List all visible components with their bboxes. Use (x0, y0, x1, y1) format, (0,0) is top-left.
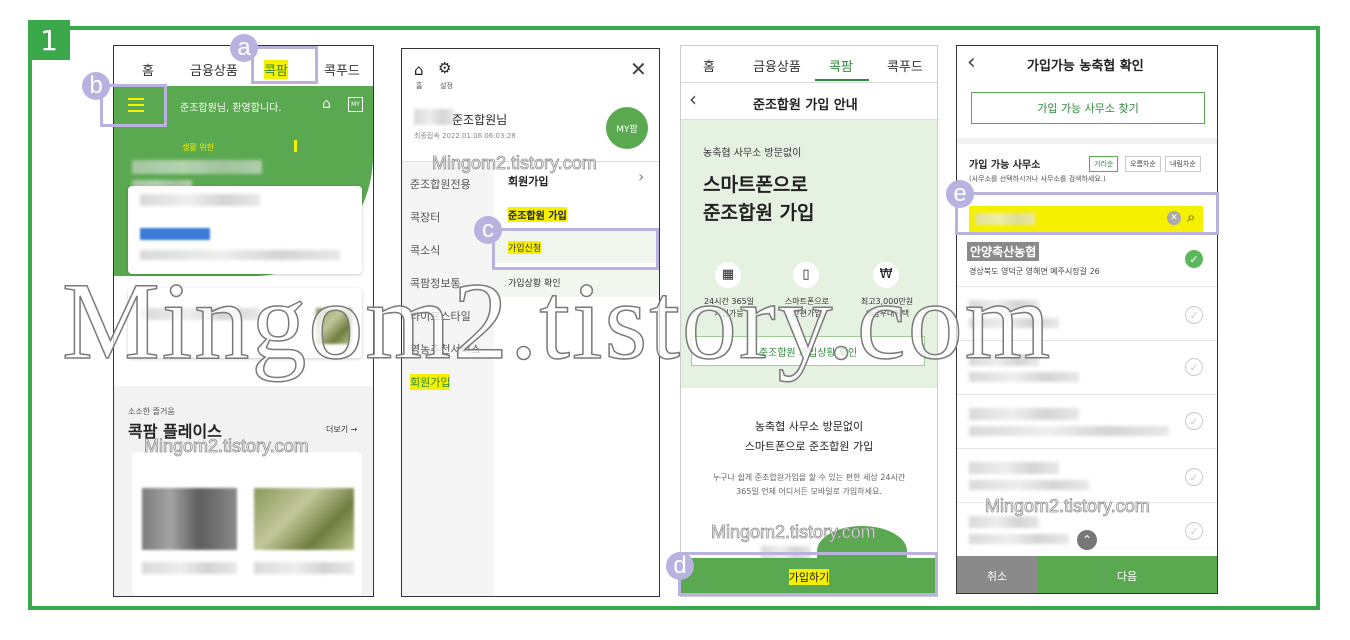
tab-financial-products[interactable]: 금융상품 (190, 60, 238, 79)
sort-distance[interactable]: 거리순 (1089, 156, 1119, 172)
menu-news[interactable]: 콕소식 (410, 242, 440, 258)
place-card[interactable] (132, 452, 362, 596)
blurred-office-5-address (969, 480, 1089, 490)
place-section: 소소한 즐거움 콕팜 플레이스 더보기 → (114, 386, 373, 596)
row-divider-4 (957, 448, 1217, 449)
annotation-letter-e: e (946, 180, 974, 208)
annotation-box-d (678, 552, 938, 596)
small-watermark-2: Mingom2.tistory.com (432, 153, 598, 174)
submenu-associate-join[interactable]: 준조합원 가입 (508, 207, 567, 222)
body-text-line-1: 누구나 쉽게 준조합원가입을 할 수 있는 편한 세상 24시간 (712, 473, 906, 482)
office-6-check-icon[interactable]: ✓ (1185, 522, 1203, 540)
blurred-place-image-2 (254, 488, 354, 550)
annotation-letter-b: b (82, 72, 110, 100)
body-text-line-2: 365일 언제 어디서든 모바일로 가입하세요. (736, 487, 882, 496)
body-title-line-1: 농축협 사무소 방문없이 (754, 420, 864, 433)
annotation-box-b (100, 84, 167, 127)
bell-icon[interactable]: ⌂ (322, 96, 331, 112)
cancel-button-label: 취소 (986, 569, 1008, 583)
body-title-line-2: 스마트폰으로 준조합원 가입 (744, 440, 874, 453)
menu-associate-only[interactable]: 준조합원전용 (410, 176, 471, 192)
close-icon[interactable]: ✕ (630, 57, 647, 81)
next-button[interactable]: 다음 (1037, 556, 1217, 593)
annotation-box-a (251, 46, 318, 84)
submenu-header: 회원가입 (508, 175, 549, 188)
hero-title-line-2: 준조합원 가입 (703, 202, 815, 224)
section-gap (957, 138, 1217, 144)
hero-title-line-1: 스마트폰으로 (703, 174, 808, 196)
small-watermark-4: Mingom2.tistory.com (985, 496, 1151, 517)
more-link[interactable]: 더보기 → (326, 424, 357, 435)
page-title: 준조합원 가입 안내 (753, 98, 858, 113)
promo-small-text: 생활 위한 (182, 143, 214, 152)
office-section-label: 가입 가능 사무소 (969, 160, 1041, 171)
my-farm-button[interactable]: MY팜 (606, 107, 648, 149)
cancel-button[interactable]: 취소 (957, 556, 1037, 593)
big-watermark: Mingom2.tistory.com (61, 259, 1053, 383)
tab-kokfood[interactable]: 콕푸드 (324, 60, 360, 79)
last-login: 최종접속 2022.01.06 06:03:28 (414, 132, 516, 140)
active-tab-indicator (815, 79, 869, 81)
back-arrow-icon[interactable]: ‹ (689, 87, 697, 111)
blurred-office-6-address (969, 534, 1069, 544)
tab-home-2[interactable]: 홈 (703, 56, 715, 75)
next-button-label: 다음 (1116, 569, 1138, 583)
settings-gear-icon[interactable]: ⚙ (438, 59, 451, 77)
section-caption: 소소한 즐거움 (128, 407, 175, 416)
office-page-title: 가입가능 농축협 확인 (1027, 59, 1144, 74)
tab-kokfood-2[interactable]: 콕푸드 (887, 56, 923, 75)
sort-ascending[interactable]: 오름차순 (1125, 156, 1161, 172)
scroll-top-icon[interactable]: ⌃ (1077, 530, 1097, 550)
settings-label: 설정 (440, 82, 453, 90)
annotation-letter-c: c (474, 216, 502, 244)
office-2-check-icon[interactable]: ✓ (1185, 306, 1203, 324)
tab-home[interactable]: 홈 (142, 60, 154, 79)
blurred-place-image-1 (142, 488, 237, 550)
page-header: ‹ 준조합원 가입 안내 (681, 82, 937, 120)
my-farm-label: MY팜 (616, 124, 638, 135)
home-label: 홈 (416, 82, 423, 90)
my-icon[interactable]: MY (348, 97, 363, 112)
sort-descending[interactable]: 내림차순 (1165, 156, 1201, 172)
blurred-office-5-name (969, 462, 1059, 474)
tab-financial-products-2[interactable]: 금융상품 (753, 56, 801, 75)
top-tab-bar-2: 홈 금융상품 콕팜 콕푸드 (681, 46, 937, 82)
hero-small-text: 농축협 사무소 방문없이 (703, 148, 802, 159)
back-arrow-icon-2[interactable]: ‹ (967, 50, 976, 75)
blurred-blue-text (140, 228, 210, 240)
tab-kokfarm-2[interactable]: 콕팜 (829, 56, 853, 75)
office-4-check-icon[interactable]: ✓ (1185, 412, 1203, 430)
step-number-badge: 1 (28, 20, 70, 60)
find-office-button[interactable]: 가입 가능 사무소 찾기 (971, 92, 1205, 124)
blurred-office-4-address (969, 426, 1169, 436)
annotation-letter-d: d (666, 552, 694, 580)
selected-check-icon[interactable]: ✓ (1185, 250, 1203, 268)
annotation-letter-a: a (230, 34, 258, 62)
annotation-box-e (955, 192, 1219, 235)
row-divider-3 (957, 394, 1217, 395)
blurred-card-line (140, 194, 260, 206)
office-5-check-icon[interactable]: ✓ (1185, 468, 1203, 486)
menu-market[interactable]: 콕장터 (410, 209, 440, 225)
blurred-place-text-2 (254, 562, 354, 574)
office-3-check-icon[interactable]: ✓ (1185, 358, 1203, 376)
chevron-right-icon[interactable]: › (638, 167, 644, 186)
promo-accent (294, 140, 297, 152)
home-icon[interactable]: ⌂ (414, 61, 424, 79)
blurred-office-6-name (969, 516, 1039, 528)
small-watermark: Mingom2.tistory.com (144, 436, 310, 457)
search-hint: (사무소를 선택하시거나 사무소를 검색하세요.) (969, 175, 1106, 183)
small-watermark-3: Mingom2.tistory.com (711, 522, 877, 543)
find-office-label: 가입 가능 사무소 찾기 (1037, 102, 1139, 115)
greeting-text: 준조합원님, 환영합니다. (180, 103, 282, 114)
blurred-place-text-1 (142, 562, 237, 574)
blurred-office-4-name (969, 408, 1079, 420)
blurred-promo-line (132, 160, 262, 174)
user-name: 준조합원님 (452, 113, 508, 127)
blurred-user-name (414, 109, 454, 125)
